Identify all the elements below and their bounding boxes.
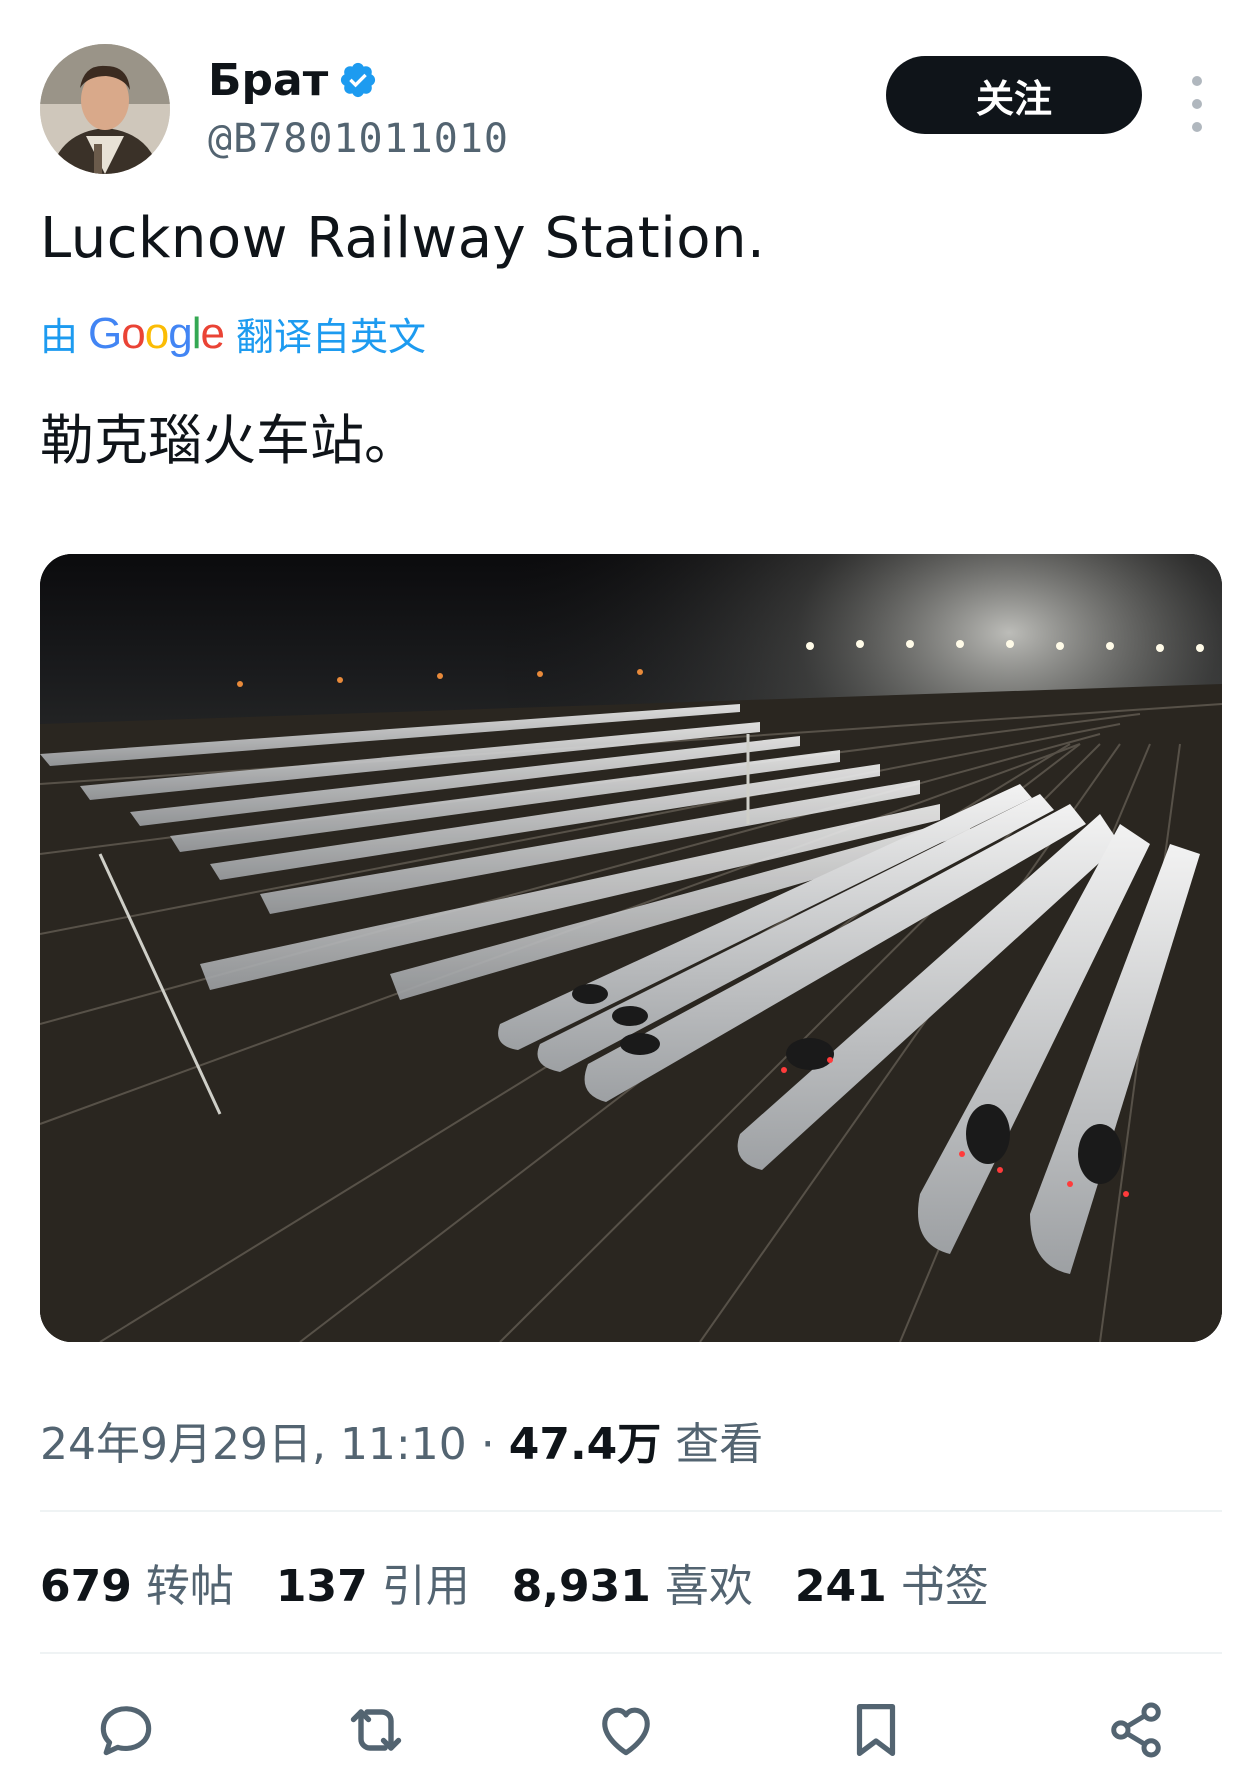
google-logo: Google: [88, 308, 225, 358]
translation-attribution[interactable]: 由 Google 翻译自英文: [40, 306, 426, 361]
reply-icon[interactable]: [86, 1690, 166, 1770]
tweet-text: Lucknow Railway Station.: [40, 206, 766, 271]
bookmarks-label: 书签: [900, 1561, 989, 1612]
translated-text: 勒克瑙火车站。: [40, 409, 418, 472]
share-icon[interactable]: [1096, 1690, 1176, 1770]
more-vertical-icon[interactable]: [1185, 76, 1209, 132]
user-handle[interactable]: @B7801011010: [208, 116, 509, 162]
quotes-label: 引用: [381, 1561, 470, 1612]
stat-likes[interactable]: 8,931 喜欢: [512, 1550, 753, 1614]
bookmarks-count: 241: [794, 1561, 887, 1612]
translation-suffix: 翻译自英文: [235, 315, 426, 359]
display-name[interactable]: Брат: [208, 55, 328, 106]
likes-label: 喜欢: [664, 1561, 753, 1612]
reposts-label: 转帖: [145, 1561, 234, 1612]
avatar[interactable]: [40, 44, 170, 174]
stat-bookmarks[interactable]: 241 书签: [795, 1550, 989, 1614]
views-label: 查看: [675, 1419, 764, 1470]
follow-button[interactable]: 关注: [886, 56, 1142, 134]
divider: [40, 1652, 1222, 1654]
engagement-stats: 679 转帖 137 引用 8,931 喜欢 241 书签: [40, 1550, 1031, 1614]
user-info: Брат @B7801011010: [208, 50, 509, 163]
bookmark-icon[interactable]: [836, 1690, 916, 1770]
tweet-meta: 24年9月29日, 11:10 · 47.4万 查看: [40, 1408, 763, 1472]
translation-prefix: 由: [40, 315, 79, 359]
like-icon[interactable]: [586, 1690, 666, 1770]
action-bar: [40, 1690, 1222, 1770]
stat-quotes[interactable]: 137 引用: [276, 1550, 470, 1614]
verified-badge-icon: [341, 62, 376, 98]
likes-count: 8,931: [511, 1561, 651, 1612]
tweet-header: Брат @B7801011010 关注: [40, 44, 1220, 176]
stat-reposts[interactable]: 679 转帖: [40, 1550, 234, 1614]
retweet-icon[interactable]: [336, 1690, 416, 1770]
views-count: 47.4万: [508, 1419, 662, 1470]
timestamp[interactable]: 24年9月29日, 11:10 ·: [40, 1408, 495, 1472]
divider: [40, 1510, 1222, 1512]
reposts-count: 679: [40, 1561, 132, 1612]
tweet-photo[interactable]: [40, 554, 1222, 1342]
quotes-count: 137: [275, 1561, 368, 1612]
